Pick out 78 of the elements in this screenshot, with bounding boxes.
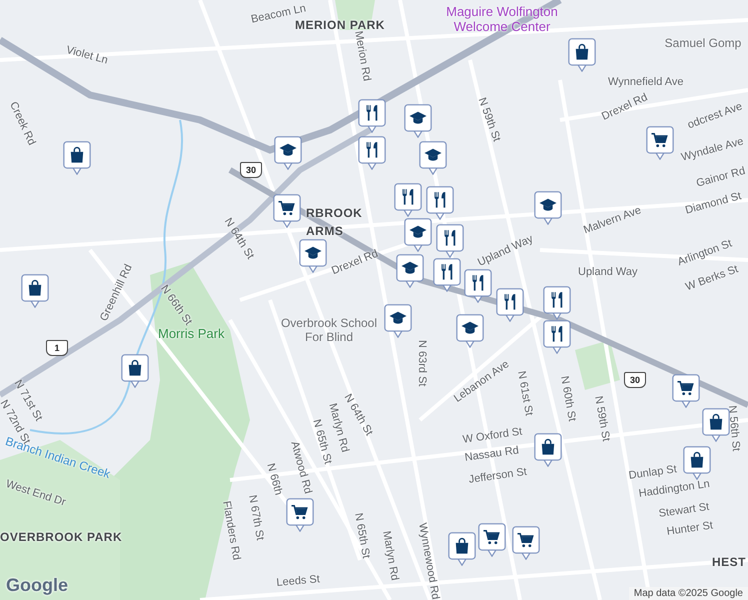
street-label: Upland Way [578, 266, 638, 278]
route-shield: 1 [46, 340, 68, 356]
street-label: Violet Ln [64, 44, 110, 67]
graduation-cap-pin-icon[interactable] [384, 304, 412, 338]
graduation-cap-pin-icon[interactable] [274, 136, 302, 170]
street-label: N 59th St [476, 96, 503, 144]
street-label: Jefferson St [468, 466, 528, 486]
shopping-cart-pin-icon[interactable] [273, 194, 301, 228]
place-label: Maguire Wolfington Welcome Center [445, 4, 559, 34]
graduation-cap-pin-icon[interactable] [404, 104, 432, 138]
graduation-cap-pin-icon[interactable] [456, 314, 484, 348]
street-label: N 66th [264, 462, 284, 496]
street-label: Merion Rd [352, 30, 373, 82]
place-label: Overbrook School For Blind [280, 316, 378, 344]
fork-knife-pin-icon[interactable] [433, 258, 461, 292]
graduation-cap-pin-icon[interactable] [299, 239, 327, 273]
graduation-cap-pin-icon[interactable] [404, 218, 432, 252]
shopping-cart-pin-icon[interactable] [672, 374, 700, 408]
street-label: Wynnefield Ave [608, 76, 684, 88]
shopping-bag-pin-icon[interactable] [534, 433, 562, 467]
street-label: Hunter St [666, 520, 714, 538]
map-background[interactable] [0, 0, 748, 600]
fork-knife-pin-icon[interactable] [394, 183, 422, 217]
park-label: Morris Park [158, 326, 224, 341]
shopping-bag-pin-icon[interactable] [121, 354, 149, 388]
neighborhood-label: ARMS [306, 224, 344, 238]
shopping-bag-pin-icon[interactable] [448, 532, 476, 566]
route-shield: 30 [240, 162, 262, 178]
graduation-cap-pin-icon[interactable] [419, 141, 447, 175]
map-logo[interactable]: Google [6, 575, 68, 596]
graduation-cap-pin-icon[interactable] [396, 254, 424, 288]
fork-knife-pin-icon[interactable] [464, 269, 492, 303]
shopping-bag-pin-icon[interactable] [568, 38, 596, 72]
shopping-bag-pin-icon[interactable] [21, 274, 49, 308]
fork-knife-pin-icon[interactable] [358, 136, 386, 170]
fork-knife-pin-icon[interactable] [496, 288, 524, 322]
neighborhood-label: OVERBROOK PARK [0, 530, 122, 544]
place-label: Samuel Gomp [664, 36, 742, 50]
street-label: N 60th St [558, 375, 578, 422]
street-label: Malvern Ave [582, 204, 643, 236]
shopping-cart-pin-icon[interactable] [646, 126, 674, 160]
shopping-bag-pin-icon[interactable] [63, 141, 91, 175]
street-label: Stewart St [658, 500, 710, 520]
street-label: Wyndale Ave [680, 135, 745, 164]
shopping-cart-pin-icon[interactable] [286, 498, 314, 532]
street-label: Flanders Rd [220, 500, 242, 562]
neighborhood-label: HEST [712, 555, 746, 569]
street-label: N 63rd St [416, 340, 428, 386]
route-shield: 30 [624, 372, 646, 388]
shopping-cart-pin-icon[interactable] [512, 526, 540, 560]
graduation-cap-pin-icon[interactable] [534, 191, 562, 225]
street-label: West End Dr [4, 478, 68, 509]
street-label: Nassau Rd [464, 444, 520, 464]
neighborhood-label: RBROOK [306, 206, 362, 220]
fork-knife-pin-icon[interactable] [426, 186, 454, 220]
street-label: W Oxford St [462, 426, 523, 446]
shopping-bag-pin-icon[interactable] [702, 408, 730, 442]
street-label: N 61st St [515, 370, 535, 417]
fork-knife-pin-icon[interactable] [543, 286, 571, 320]
street-label: N 59th St [592, 395, 612, 442]
attribution-text: Map data ©2025 Google [628, 587, 748, 600]
street-label: Leeds St [276, 573, 320, 589]
street-label: W Berks St [684, 263, 740, 294]
neighborhood-label: MERION PARK [295, 18, 385, 32]
fork-knife-pin-icon[interactable] [358, 99, 386, 133]
fork-knife-pin-icon[interactable] [543, 320, 571, 354]
street-label: N 56th St [726, 405, 742, 452]
street-label: Marlyn Rd [380, 530, 401, 582]
fork-knife-pin-icon[interactable] [436, 224, 464, 258]
park-area [575, 340, 620, 390]
street-label: odcrest Ave [686, 100, 744, 132]
street-label: Creek Rd [7, 100, 38, 148]
street-label: Gainor Rd [695, 165, 747, 190]
shopping-bag-pin-icon[interactable] [683, 446, 711, 480]
street-label: N 65th St [352, 512, 372, 560]
street-label: N 67th St [246, 494, 266, 542]
shopping-cart-pin-icon[interactable] [478, 523, 506, 557]
street-label: Drexel Rd [330, 248, 380, 278]
